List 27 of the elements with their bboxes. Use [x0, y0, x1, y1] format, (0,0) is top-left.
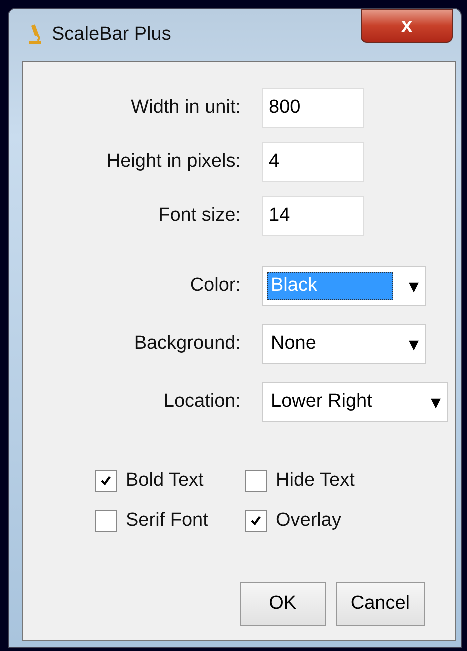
microscope-icon — [28, 24, 42, 46]
field-label: Background: — [133, 333, 241, 355]
checkbox-label: Overlay — [276, 510, 342, 532]
checkmark-icon — [250, 515, 262, 527]
dropdown[interactable]: None ▾ — [262, 324, 426, 364]
checkbox[interactable] — [245, 470, 267, 492]
dropdown[interactable]: Lower Right ▾ — [262, 382, 448, 422]
dialog-button[interactable]: Cancel — [336, 582, 425, 626]
input-field[interactable]: 14 — [262, 196, 364, 236]
checkbox-label: Serif Font — [126, 510, 208, 532]
field-label: Location: — [162, 391, 241, 413]
checkbox-label: Hide Text — [276, 470, 355, 492]
window-title: ScaleBar Plus — [52, 24, 172, 46]
field-label: Color: — [189, 275, 241, 297]
dialog-button[interactable]: OK — [240, 582, 326, 626]
checkmark-icon — [100, 475, 112, 487]
dropdown[interactable]: Black ▾ — [262, 266, 426, 306]
checkbox[interactable] — [95, 510, 117, 532]
field-label: Font size: — [158, 205, 241, 227]
checkbox[interactable] — [95, 470, 117, 492]
input-field[interactable]: 800 — [262, 88, 364, 128]
close-button[interactable]: x — [361, 9, 453, 43]
field-label: Width in unit: — [130, 97, 241, 119]
field-label: Height in pixels: — [106, 151, 241, 173]
input-field[interactable]: 4 — [262, 142, 364, 182]
checkbox[interactable] — [245, 510, 267, 532]
checkbox-label: Bold Text — [126, 470, 204, 492]
